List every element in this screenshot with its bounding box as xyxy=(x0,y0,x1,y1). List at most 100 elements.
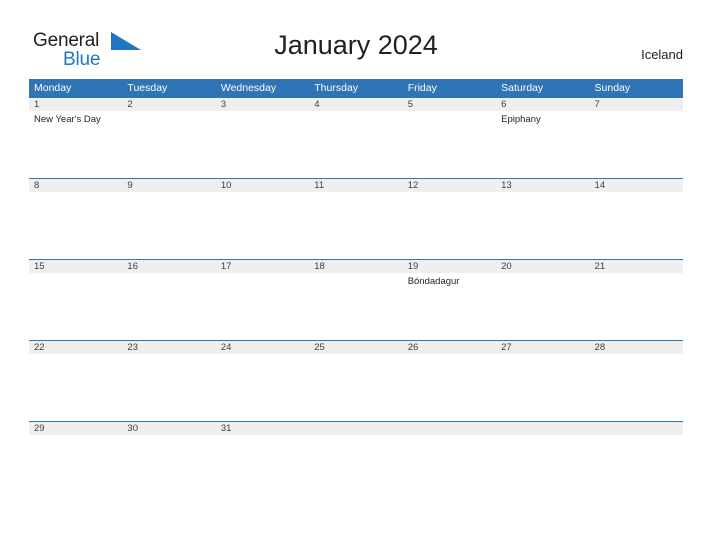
day-events xyxy=(221,192,309,195)
calendar-day-cell[interactable]: 2 xyxy=(122,98,215,126)
day-events: Bóndadagur xyxy=(408,273,496,288)
calendar-day-cell[interactable]: 28 xyxy=(590,341,683,357)
calendar-grid: Monday Tuesday Wednesday Thursday Friday Satu… xyxy=(29,79,683,443)
calendar-day-cell[interactable]: 19 Bóndadagur xyxy=(403,260,496,288)
day-number: 22 xyxy=(34,342,45,353)
calendar-day-cell[interactable]: 9 xyxy=(122,179,215,195)
day-events xyxy=(314,111,402,114)
day-number: 8 xyxy=(34,180,40,191)
calendar-day-cell[interactable]: 26 xyxy=(403,341,496,357)
day-number: 31 xyxy=(220,423,232,434)
day-number: 9 xyxy=(127,180,133,191)
day-number: 16 xyxy=(127,261,138,272)
calendar-day-cell[interactable]: 10 xyxy=(216,179,309,195)
week-day-cells: 15 16 17 18 19 Bóndadagur 20 21 xyxy=(29,260,683,288)
weekday-header-wednesday: Wednesday xyxy=(220,82,277,94)
day-number: 26 xyxy=(407,342,419,353)
day-events xyxy=(595,111,683,114)
day-events xyxy=(34,192,122,195)
day-number xyxy=(595,422,683,435)
calendar-day-cell[interactable]: 5 xyxy=(403,98,496,126)
day-events xyxy=(501,273,589,276)
day-number: 3 xyxy=(220,99,227,110)
weekday-header-friday: Friday xyxy=(407,82,437,94)
calendar-day-cell-empty[interactable] xyxy=(403,422,496,438)
day-number: 15 xyxy=(34,261,45,272)
day-events xyxy=(221,273,309,276)
calendar-day-cell[interactable]: 22 xyxy=(29,341,122,357)
day-events xyxy=(501,192,589,195)
calendar-page: General Blue January 2024 Iceland Monday… xyxy=(0,0,712,550)
day-number: 4 xyxy=(314,99,320,110)
day-number: 24 xyxy=(220,342,232,353)
day-events xyxy=(408,354,496,357)
week-day-cells: 29 30 31 xyxy=(29,422,683,438)
day-number: 28 xyxy=(594,342,606,353)
calendar-week-row: 15 16 17 18 19 Bóndadagur 20 21 xyxy=(29,259,683,340)
day-events xyxy=(221,111,309,114)
day-events xyxy=(127,435,215,438)
calendar-day-cell[interactable]: 1 New Year's Day xyxy=(29,98,122,126)
calendar-day-cell[interactable]: 15 xyxy=(29,260,122,288)
weekday-header-sunday: Sunday xyxy=(594,82,631,94)
calendar-day-cell-empty[interactable] xyxy=(496,422,589,438)
day-number: 23 xyxy=(127,342,138,353)
weekday-header-monday: Monday xyxy=(34,82,72,94)
day-events xyxy=(501,435,589,438)
day-events xyxy=(221,354,309,357)
calendar-day-cell[interactable]: 24 xyxy=(216,341,309,357)
calendar-week-row: 8 9 10 11 12 13 14 xyxy=(29,178,683,259)
day-number: 13 xyxy=(501,180,512,191)
calendar-day-cell[interactable]: 18 xyxy=(309,260,402,288)
day-events xyxy=(127,111,215,114)
page-title: January 2024 xyxy=(274,30,438,60)
day-events xyxy=(34,354,122,357)
calendar-day-cell[interactable]: 7 xyxy=(590,98,683,126)
day-number xyxy=(314,422,402,435)
calendar-weeks: 1 New Year's Day 2 3 4 5 6 Epiphany 7 8 9 10 11 12 13 1… xyxy=(29,97,683,443)
day-events xyxy=(314,354,402,357)
day-events xyxy=(127,192,215,195)
calendar-day-cell-empty[interactable] xyxy=(309,422,402,438)
region-label: Iceland xyxy=(641,47,683,62)
calendar-week-row: 1 New Year's Day 2 3 4 5 6 Epiphany 7 xyxy=(29,97,683,178)
calendar-day-cell[interactable]: 4 xyxy=(309,98,402,126)
calendar-day-cell[interactable]: 12 xyxy=(403,179,496,195)
calendar-day-cell[interactable]: 8 xyxy=(29,179,122,195)
calendar-day-cell[interactable]: 13 xyxy=(496,179,589,195)
calendar-day-cell[interactable]: 6 Epiphany xyxy=(496,98,589,126)
calendar-day-cell[interactable]: 16 xyxy=(122,260,215,288)
day-events xyxy=(595,435,683,438)
weekday-header-thursday: Thursday xyxy=(314,82,359,94)
day-number: 19 xyxy=(407,261,419,272)
day-event-label: Epiphany xyxy=(501,114,541,125)
day-number: 17 xyxy=(220,261,232,272)
calendar-day-cell[interactable]: 23 xyxy=(122,341,215,357)
calendar-day-cell[interactable]: 30 xyxy=(122,422,215,438)
calendar-day-cell-empty[interactable] xyxy=(590,422,683,438)
calendar-day-cell[interactable]: 3 xyxy=(216,98,309,126)
calendar-day-cell[interactable]: 21 xyxy=(590,260,683,288)
calendar-day-cell[interactable]: 31 xyxy=(216,422,309,438)
day-number: 20 xyxy=(501,261,512,272)
calendar-day-cell[interactable]: 27 xyxy=(496,341,589,357)
calendar-day-cell[interactable]: 11 xyxy=(309,179,402,195)
day-number: 27 xyxy=(501,342,512,353)
day-events xyxy=(34,273,122,276)
day-events xyxy=(221,435,309,438)
calendar-day-cell[interactable]: 20 xyxy=(496,260,589,288)
day-events xyxy=(127,354,215,357)
day-events xyxy=(127,273,215,276)
week-day-cells: 1 New Year's Day 2 3 4 5 6 Epiphany 7 xyxy=(29,98,683,126)
day-number: 12 xyxy=(407,180,419,191)
calendar-day-cell[interactable]: 14 xyxy=(590,179,683,195)
day-events xyxy=(34,435,122,438)
calendar-day-cell[interactable]: 17 xyxy=(216,260,309,288)
day-events xyxy=(595,273,683,276)
calendar-day-cell[interactable]: 25 xyxy=(309,341,402,357)
day-number: 11 xyxy=(314,180,325,191)
weekday-header-saturday: Saturday xyxy=(501,82,544,94)
week-day-cells: 8 9 10 11 12 13 14 xyxy=(29,179,683,195)
calendar-day-cell[interactable]: 29 xyxy=(29,422,122,438)
day-event-label: Bóndadagur xyxy=(407,276,460,287)
